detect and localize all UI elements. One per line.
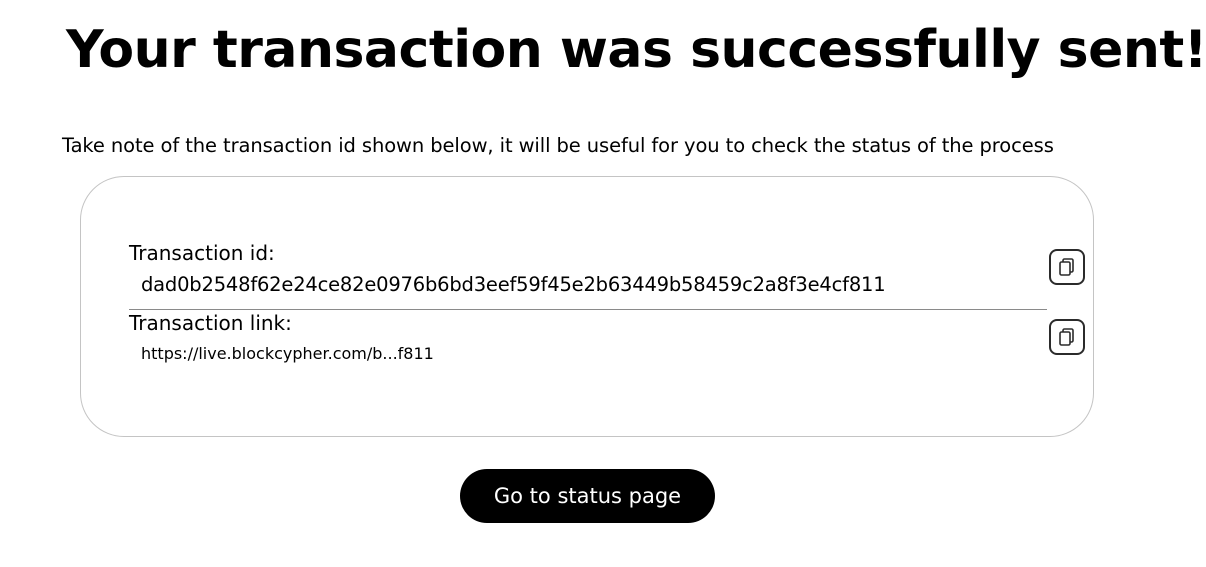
copy-transaction-link-button[interactable]: [1049, 319, 1085, 355]
go-to-status-page-button[interactable]: Go to status page: [460, 469, 715, 523]
copy-icon: [1059, 258, 1074, 276]
transaction-link-value[interactable]: https://live.blockcypher.com/b...f811: [141, 343, 434, 365]
transaction-details-card: Transaction id: dad0b2548f62e24ce82e0976…: [80, 176, 1094, 437]
page-title: Your transaction was successfully sent!: [66, 20, 1206, 80]
transaction-id-value: dad0b2548f62e24ce82e0976b6bd3eef59f45e2b…: [141, 273, 886, 296]
transaction-link-row: Transaction link: https://live.blockcyph…: [129, 311, 1085, 371]
transaction-link-label: Transaction link:: [129, 311, 292, 335]
transaction-id-label: Transaction id:: [129, 241, 275, 265]
page-subtitle: Take note of the transaction id shown be…: [62, 134, 1054, 157]
copy-icon: [1059, 328, 1074, 346]
transaction-id-row: Transaction id: dad0b2548f62e24ce82e0976…: [129, 241, 1085, 310]
copy-transaction-id-button[interactable]: [1049, 249, 1085, 285]
